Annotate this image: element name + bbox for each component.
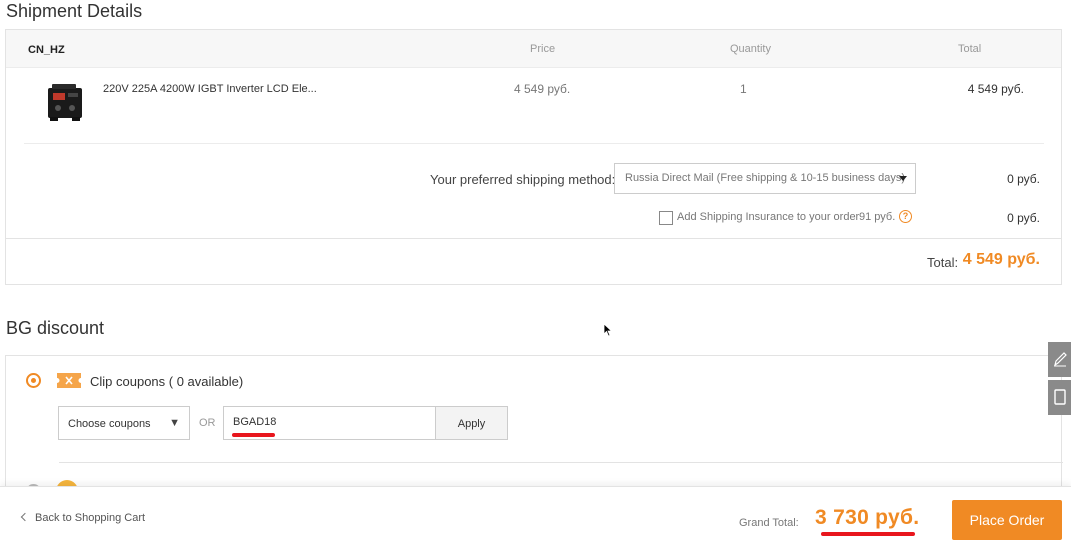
divider — [59, 462, 1063, 463]
shipment-panel: CN_HZ Price Quantity Total 220V 225A 420… — [5, 29, 1062, 285]
dropdown-arrow-icon: ▼ — [169, 417, 180, 429]
insurance-label[interactable]: Add Shipping Insurance to your order — [677, 211, 859, 223]
side-tablet-button[interactable] — [1048, 380, 1071, 415]
bg-discount-heading: BG discount — [6, 318, 105, 338]
product-quantity: 1 — [740, 82, 747, 96]
grand-total-label: Grand Total: — [739, 517, 799, 529]
shipping-method-select[interactable]: Russia Direct Mail (Free shipping & 10-1… — [614, 163, 916, 194]
column-price: Price — [530, 43, 556, 55]
shipping-method-label: Your preferred shipping method: — [430, 172, 616, 187]
caret-down-icon — [899, 176, 907, 181]
column-quantity: Quantity — [730, 43, 771, 55]
back-to-cart-link[interactable]: Back to Shopping Cart — [20, 512, 146, 524]
grand-total-value: 3 730 руб. — [815, 506, 920, 529]
product-thumbnail[interactable] — [44, 80, 86, 124]
product-name[interactable]: 220V 225A 4200W IGBT Inverter LCD Ele... — [103, 83, 317, 95]
side-edit-button[interactable] — [1048, 342, 1071, 377]
discount-panel: Clip coupons ( 0 available) Choose coupo… — [5, 355, 1063, 502]
tablet-icon — [1054, 389, 1066, 405]
clip-coupons-label: Clip coupons ( 0 available) — [90, 374, 244, 389]
edit-icon — [1054, 352, 1067, 367]
cursor-icon — [603, 323, 613, 337]
coupon-icon — [57, 373, 81, 388]
place-order-button[interactable]: Place Order — [952, 500, 1062, 540]
apply-button[interactable]: Apply — [435, 406, 508, 440]
choose-coupons-select[interactable]: Choose coupons ▼ — [58, 406, 190, 440]
insurance-cost: 0 руб. — [1007, 211, 1040, 225]
or-label: OR — [199, 417, 216, 429]
clip-coupons-radio[interactable] — [26, 373, 41, 388]
back-to-cart-label: Back to Shopping Cart — [35, 512, 146, 524]
product-total: 4 549 руб. — [967, 82, 1024, 96]
coupon-annotation-underline — [232, 433, 275, 437]
help-icon[interactable]: ? — [899, 210, 912, 223]
insurance-checkbox[interactable] — [659, 211, 673, 225]
shipment-total-label: Total: — [927, 255, 959, 270]
divider — [24, 143, 1044, 144]
choose-coupons-label: Choose coupons — [68, 418, 151, 430]
shipping-cost: 0 руб. — [1007, 172, 1040, 186]
store-name: CN_HZ — [28, 44, 65, 56]
shipment-total-value: 4 549 руб. — [962, 251, 1040, 268]
product-price: 4 549 руб. — [514, 82, 571, 96]
shipping-method-value: Russia Direct Mail (Free shipping & 10-1… — [625, 172, 906, 184]
column-total: Total — [958, 43, 982, 55]
divider — [6, 238, 1061, 239]
grand-total-annotation-underline — [821, 532, 915, 536]
shipment-table-header: CN_HZ Price Quantity Total — [6, 30, 1061, 68]
checkout-footer: Back to Shopping Cart Grand Total: 3 730… — [0, 486, 1071, 545]
insurance-price: 91 руб. — [859, 211, 896, 223]
shipment-details-heading: Shipment Details — [6, 1, 143, 21]
chevron-left-icon — [20, 512, 30, 522]
